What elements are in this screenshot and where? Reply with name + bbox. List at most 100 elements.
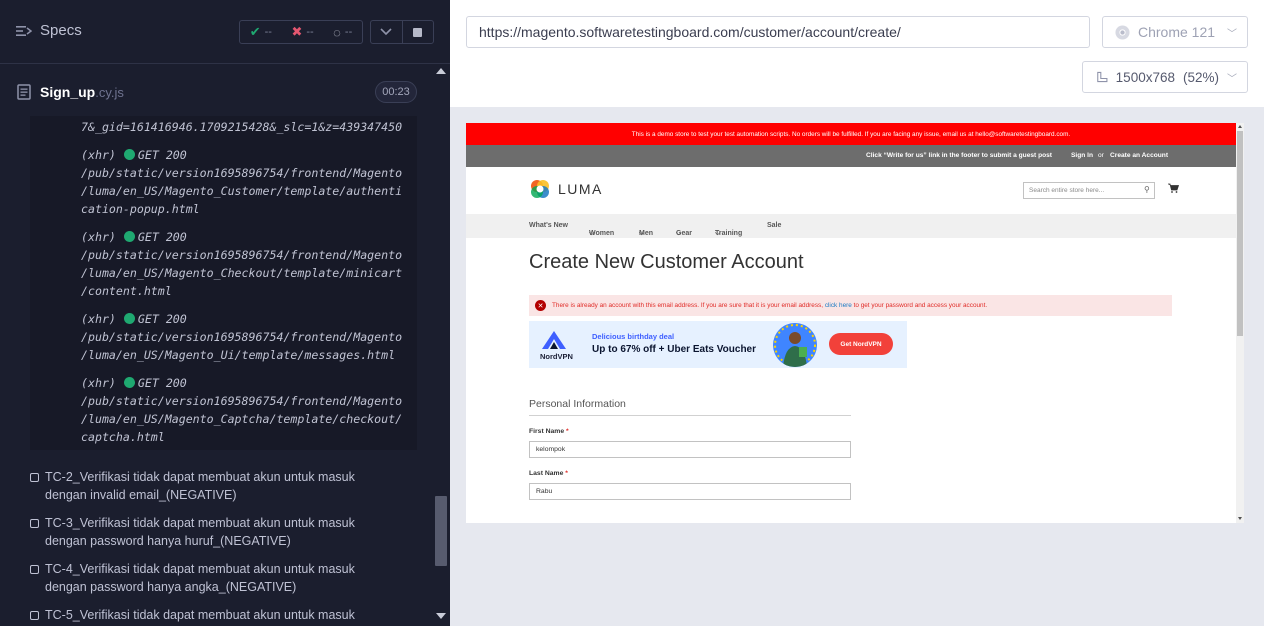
url-bar[interactable]: https://magento.softwaretestingboard.com… (466, 16, 1090, 48)
aut-scrollbar-thumb[interactable] (1237, 131, 1243, 336)
browser-selector[interactable]: Chrome 121 ﹀ (1102, 16, 1248, 48)
log-path-line: /luma/en_US/Magento_Checkout/template/mi… (81, 266, 403, 280)
create-account-link[interactable]: Create an Account (1110, 152, 1168, 159)
log-path-line: /pub/static/version1695896754/frontend/M… (81, 248, 403, 262)
log-line: 7&_gid=161416946.1709215428&_slc=1&z=439… (81, 120, 403, 134)
viewport-info[interactable]: 1500x768 (52%) ﹀ (1082, 61, 1248, 93)
test-title-line: TC-3_Verifikasi tidak dapat membuat akun… (45, 516, 355, 530)
log-method: GET 200 (137, 148, 187, 162)
run-controls (370, 20, 434, 44)
xhr-log-entry[interactable]: (xhr) GET 200/pub/static/version169589675… (81, 146, 417, 218)
stop-icon (413, 27, 423, 37)
specs-toggle[interactable]: Specs (16, 22, 82, 39)
aut-header: https://magento.softwaretestingboard.com… (450, 0, 1264, 107)
chrome-icon (1115, 24, 1130, 40)
xhr-log-entry[interactable]: (xhr) GET 200/pub/static/version169589675… (81, 374, 417, 446)
ruler-icon (1097, 71, 1108, 83)
status-dot-icon (123, 231, 135, 242)
cart-icon[interactable] (1168, 183, 1179, 193)
log-path-line: /luma/en_US/Magento_Customer/template/au… (81, 184, 403, 198)
test-item[interactable]: TC-4_Verifikasi tidak dapat membuat akun… (30, 560, 430, 596)
test-title: TC-4_Verifikasi tidak dapat membuat akun… (45, 560, 355, 596)
log-type: (xhr) (81, 376, 116, 390)
logo-text: LUMA (558, 181, 603, 197)
stop-button[interactable] (401, 21, 433, 43)
error-message: ✕ There is already an account with this … (529, 295, 1172, 316)
chevron-down-icon: ⌵ (589, 230, 595, 237)
check-icon: ✔ (249, 24, 261, 39)
ad-person-image (773, 323, 817, 367)
error-icon: ✕ (535, 300, 546, 311)
pending-circle-icon: ◌ (333, 24, 341, 40)
chevron-down-icon: ⌵ (676, 230, 682, 237)
status-dot-icon (123, 149, 135, 160)
log-path-line: cation-popup.html (81, 202, 200, 216)
specs-title: Specs (40, 22, 82, 39)
category-nav: What's New Women ⌵ Men ⌵ Gear ⌵ Training… (466, 214, 1236, 238)
xhr-log-entry[interactable]: (xhr) GET 200/pub/static/version169589675… (81, 310, 417, 364)
test-title-line: TC-5_Verifikasi tidak dapat membuat akun… (45, 608, 355, 622)
test-item[interactable]: TC-3_Verifikasi tidak dapat membuat akun… (30, 514, 430, 550)
person-illustration (774, 324, 816, 367)
test-title-line: dengan invalid email_(NEGATIVE) (45, 488, 237, 502)
demo-notice: This is a demo store to test your test a… (466, 123, 1236, 145)
ad-brand: NordVPN (540, 352, 573, 361)
test-status-icon (30, 565, 39, 574)
expand-button[interactable] (371, 21, 402, 43)
log-method: GET 200 (137, 230, 187, 244)
test-item[interactable]: TC-2_Verifikasi tidak dapat membuat akun… (30, 468, 430, 504)
test-title: TC-2_Verifikasi tidak dapat membuat akun… (45, 468, 355, 504)
error-text: There is already an account with this em… (552, 302, 988, 309)
test-item[interactable]: TC-5_Verifikasi tidak dapat membuat akun… (30, 606, 430, 624)
sign-in-link[interactable]: Sign In (1071, 152, 1093, 159)
test-stats: ✔ -- ✖ -- ◌ -- (239, 20, 363, 44)
spec-file-row[interactable]: Sign_up.cy.js 00:23 (0, 64, 432, 120)
nordvpn-ad-banner[interactable]: NordVPN Delicious birthday deal Up to 67… (529, 321, 907, 368)
or-text: or (1098, 152, 1104, 159)
log-entry-header: (xhr) GET 200 (81, 228, 417, 246)
nav-item-sale[interactable]: Sale (767, 222, 781, 229)
get-nordvpn-button[interactable]: Get NordVPN (829, 333, 893, 355)
first-name-input[interactable]: kelompok (529, 441, 851, 458)
xhr-log-entry[interactable]: (xhr) GET 200/pub/static/version169589675… (81, 228, 417, 300)
scroll-down-arrow-icon[interactable] (436, 613, 446, 619)
test-title-line: TC-4_Verifikasi tidak dapat membuat akun… (45, 562, 355, 576)
status-dot-icon (123, 377, 135, 388)
scrollbar-thumb[interactable] (435, 496, 447, 566)
site-panel-header: Click “Write for us” link in the footer … (466, 145, 1236, 167)
log-method: GET 200 (137, 312, 187, 326)
click-here-link[interactable]: click here (825, 302, 852, 309)
spec-duration: 00:23 (375, 81, 417, 103)
ad-tagline: Delicious birthday deal (592, 332, 675, 341)
log-path-line: /pub/static/version1695896754/frontend/M… (81, 166, 403, 180)
menu-collapse-icon (16, 25, 32, 36)
divider (529, 415, 851, 416)
ad-headline: Up to 67% off + Uber Eats Voucher (592, 344, 757, 355)
luma-logo[interactable]: LUMA (529, 178, 603, 200)
reporter-panel: Specs ✔ -- ✖ -- ◌ -- Sign_up.cy.js 00:23 7&… (0, 0, 450, 626)
log-entry-header: (xhr) GET 200 (81, 374, 417, 392)
aut-panel: https://magento.softwaretestingboard.com… (450, 0, 1264, 626)
last-name-input[interactable]: Rabu (529, 483, 851, 500)
log-path-line: /luma/en_US/Magento_Ui/template/messages… (81, 348, 396, 362)
failed-stat: ✖ -- (291, 24, 314, 39)
pending-stat: ◌ -- (333, 24, 353, 40)
test-status-icon (30, 611, 39, 620)
scroll-up-arrow-icon[interactable] (436, 68, 446, 74)
log-path-line: /pub/static/version1695896754/frontend/M… (81, 330, 403, 344)
browser-name: Chrome 121 (1138, 24, 1216, 40)
log-type: (xhr) (81, 148, 116, 162)
log-path-line: /luma/en_US/Magento_Captcha/template/che… (81, 412, 403, 426)
search-icon[interactable]: ⚲ (1144, 185, 1150, 194)
nav-item-whats-new[interactable]: What's New (529, 222, 568, 229)
test-title-line: dengan password hanya angka_(NEGATIVE) (45, 580, 297, 594)
scroll-up-arrow-icon[interactable] (1238, 125, 1242, 128)
store-search-input[interactable]: Search entire store here... (1023, 182, 1155, 199)
page-title: Create New Customer Account (529, 251, 804, 273)
command-log: 7&_gid=161416946.1709215428&_slc=1&z=439… (30, 116, 417, 450)
test-title-line: dengan password hanya huruf_(NEGATIVE) (45, 534, 291, 548)
scroll-down-arrow-icon[interactable] (1238, 517, 1242, 520)
viewport-scale: (52%) (1182, 69, 1219, 85)
chevron-down-icon: ⌵ (639, 230, 645, 237)
test-title: TC-5_Verifikasi tidak dapat membuat akun… (45, 606, 355, 624)
